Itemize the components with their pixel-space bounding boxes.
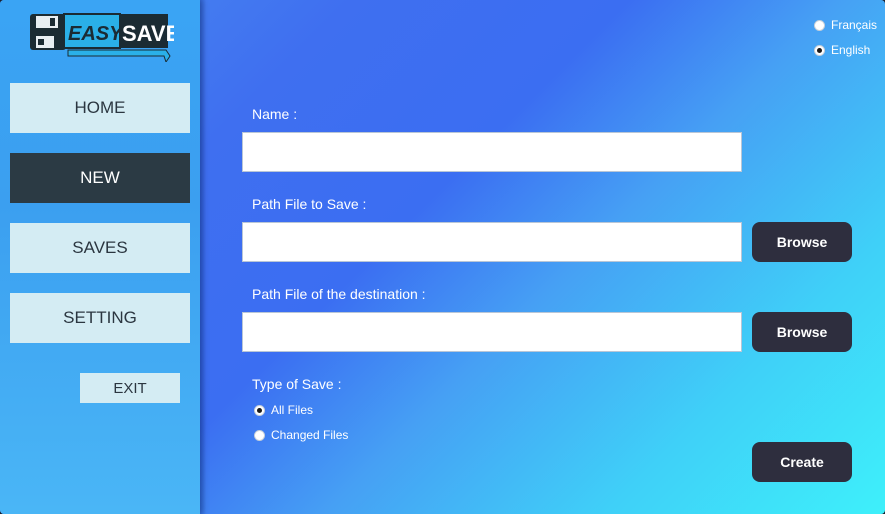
language-option-french[interactable]: Français (814, 18, 877, 32)
source-path-label: Path File to Save : (252, 196, 367, 212)
browse-destination-button[interactable]: Browse (752, 312, 852, 352)
name-input[interactable] (242, 132, 742, 172)
language-label-french: Français (831, 18, 878, 32)
logo-text-save: SAVE (122, 21, 174, 46)
save-type-label: Type of Save : (252, 376, 342, 392)
save-type-option-all[interactable]: All Files (254, 403, 313, 417)
browse-source-label: Browse (776, 234, 828, 250)
language-label-english: English (831, 43, 871, 57)
destination-path-label: Path File of the destination : (252, 286, 426, 302)
save-type-label-changed: Changed Files (271, 428, 349, 442)
sidebar-item-saves[interactable]: SAVES (10, 223, 190, 273)
browse-source-button[interactable]: Browse (752, 222, 852, 262)
app-window: EASY SAVE HOME NEW SAVES SETTING EXIT Fr… (0, 0, 885, 514)
exit-button[interactable]: EXIT (80, 373, 180, 403)
sidebar-item-setting[interactable]: SETTING (10, 293, 190, 343)
destination-path-input[interactable] (242, 312, 742, 352)
sidebar-item-label: SAVES (72, 238, 128, 257)
exit-button-label: EXIT (113, 379, 147, 397)
sidebar-item-label: NEW (80, 168, 120, 187)
create-button-label: Create (780, 454, 824, 470)
sidebar-item-home[interactable]: HOME (10, 83, 190, 133)
save-type-label-all: All Files (271, 403, 314, 417)
sidebar-item-label: SETTING (63, 308, 137, 327)
sidebar: EASY SAVE HOME NEW SAVES SETTING EXIT (0, 0, 206, 514)
source-path-input[interactable] (242, 222, 742, 262)
language-radio-english[interactable] (814, 44, 825, 56)
create-button[interactable]: Create (752, 442, 852, 482)
sidebar-item-new[interactable]: NEW (10, 153, 190, 203)
sidebar-item-label: HOME (74, 98, 126, 117)
browse-destination-label: Browse (776, 324, 828, 340)
save-type-radio-changed[interactable] (254, 429, 265, 441)
save-type-option-changed[interactable]: Changed Files (254, 428, 348, 442)
logo-text-easy: EASY (68, 23, 124, 45)
language-option-english[interactable]: English (814, 43, 870, 57)
name-label: Name : (252, 106, 298, 122)
save-type-radio-all[interactable] (254, 404, 265, 416)
easysave-logo: EASY SAVE (30, 13, 174, 62)
language-radio-french[interactable] (814, 19, 825, 31)
